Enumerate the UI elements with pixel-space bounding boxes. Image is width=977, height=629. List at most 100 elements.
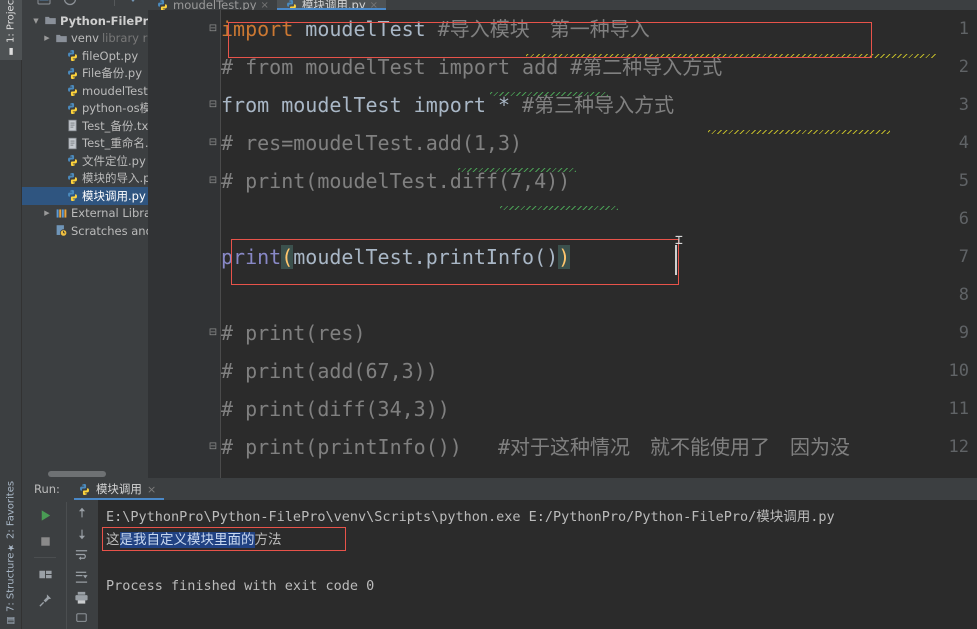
code-token: # print(printInfo()) #对于这种情况 就不能使用了 因为没 (221, 435, 850, 459)
tree-item[interactable]: ▶模块的导入.py (22, 170, 148, 188)
pycharm-window: ▮ 1: Project ★ 2: Favorites ▤ 7: Structu… (0, 0, 977, 629)
close-icon[interactable]: × (370, 0, 378, 10)
down-arrow-icon[interactable] (68, 523, 96, 544)
run-icon[interactable] (31, 502, 59, 528)
run-tool-window: Run: 模块调用 × E:\PythonPro\Python-FilePro\… (22, 478, 977, 629)
tool-tab-favorites[interactable]: ★ 2: Favorites (0, 480, 22, 556)
folder-icon (44, 14, 57, 27)
tool-tab-favorites-label: 2: Favorites (5, 480, 17, 539)
tree-item[interactable]: ▶文件定位.py (22, 152, 148, 170)
tool-tab-project-label: 1: Project (5, 0, 17, 43)
code-token: #第三种导入方式 (522, 93, 675, 117)
download-icon[interactable] (125, 0, 141, 7)
pin-icon[interactable] (31, 587, 59, 613)
run-tab-label: 模块调用 (95, 482, 142, 496)
run-console[interactable]: E:\PythonPro\Python-FilePro\venv\Scripts… (98, 500, 977, 629)
code-line[interactable]: import moudelTest #导入模块 第一种导入 (221, 10, 650, 48)
tree-item[interactable]: ▼ Python-FilePro (22, 12, 148, 30)
star-icon: ★ (6, 542, 16, 552)
close-icon[interactable]: × (261, 0, 269, 10)
run-panel-header: Run: 模块调用 × (22, 478, 977, 500)
code-line[interactable] (221, 276, 233, 314)
code-token: # print(diff(34,3)) (221, 397, 450, 421)
tree-item[interactable]: ▶ External Libraries (22, 205, 148, 223)
code-line[interactable]: # print(res) (221, 314, 366, 352)
tree-item[interactable]: ▶Test_重命名.txt (22, 135, 148, 153)
project-panel-scrollbar[interactable] (22, 470, 148, 478)
tree-item[interactable]: ▶python-os模块 (22, 100, 148, 118)
tree-item[interactable]: ▶ venv library r (22, 30, 148, 48)
tool-tab-structure[interactable]: ▤ 7: Structure (0, 553, 22, 629)
editor-tab-label: 模块调用.py (301, 0, 366, 10)
run-tab[interactable]: 模块调用 × (73, 478, 165, 500)
code-token: from moudelTest import * (221, 93, 523, 117)
python-icon (66, 189, 79, 202)
code-folding-gutter[interactable] (205, 10, 221, 478)
console-command-line: E:\PythonPro\Python-FilePro\venv\Scripts… (106, 509, 835, 525)
fold-marker-icon[interactable]: ⊟ (207, 314, 219, 352)
print-icon[interactable] (68, 587, 96, 608)
libraries-icon (55, 207, 68, 220)
up-icon[interactable] (88, 0, 104, 7)
tree-item[interactable]: ▶Scratches and Co (22, 222, 148, 240)
tree-item-label: Scratches and Co (71, 223, 148, 238)
soft-wrap-icon[interactable] (68, 544, 96, 565)
stop-icon[interactable] (31, 528, 59, 554)
code-line[interactable]: # print(diff(34,3)) (221, 390, 450, 428)
tool-tab-structure-label: 7: Structure (5, 552, 17, 612)
fold-marker-icon[interactable]: ⊟ (207, 10, 219, 48)
scroll-to-end-icon[interactable] (68, 566, 96, 587)
tree-item-label: Test_备份.txt (82, 118, 148, 133)
sync-icon[interactable] (62, 0, 78, 7)
code-line[interactable]: print(moudelTest.printInfo()) (221, 238, 571, 276)
fold-marker-icon[interactable]: ⊟ (207, 428, 219, 466)
tree-item[interactable]: ▶模块调用.py (22, 187, 148, 205)
tool-tab-project[interactable]: ▮ 1: Project (0, 0, 22, 60)
console-output-post: 方法 (254, 532, 282, 548)
code-line[interactable]: # print(add(67,3)) (221, 352, 438, 390)
toolbar-divider (114, 0, 115, 6)
fold-marker-icon[interactable]: ⊟ (207, 162, 219, 200)
python-icon (156, 0, 169, 10)
code-token: # res=moudelTest.add(1,3) (221, 131, 523, 155)
code-text-area[interactable]: import moudelTest #导入模块 第一种导入 # from moud… (221, 10, 977, 478)
project-tree: ▼Python-FilePro ▶ venvlibrary r▶fileOpt.py… (22, 10, 148, 240)
weak-warning-squiggle (458, 168, 576, 172)
toolbar-divider (34, 557, 56, 558)
tree-item[interactable]: ▶moudelTest.py (22, 82, 148, 100)
python-icon (285, 0, 298, 10)
editor-tab[interactable]: 模块调用.py × (276, 0, 387, 10)
project-tool-window: ▼Python-FilePro ▶ venvlibrary r▶fileOpt.py… (22, 10, 148, 478)
up-arrow-icon[interactable] (68, 502, 96, 523)
code-editor[interactable]: 12 11 10 9 8 7 6 5 4 3 2 1 import moudelTest #导入模块 … (148, 10, 977, 478)
code-token: # print(res) (221, 321, 366, 345)
open-file-icon[interactable] (36, 0, 52, 7)
tree-item[interactable]: ▶fileOpt.py (22, 47, 148, 65)
code-token: # print(moudelTest.diff(7,4)) (221, 169, 571, 193)
tree-item-label: venv (71, 31, 99, 46)
toolbar-icons (36, 0, 141, 7)
run-toolbar-primary (28, 502, 62, 629)
code-line[interactable] (221, 200, 233, 238)
fold-marker-icon[interactable]: ⊟ (207, 124, 219, 162)
more-icon[interactable] (68, 608, 96, 629)
close-icon[interactable]: × (147, 483, 156, 496)
tree-item[interactable]: ▶Test_备份.txt (22, 117, 148, 135)
editor-tab-bar: moudelTest.py × 模块调用.py × (148, 0, 977, 10)
tree-item-label: 模块调用.py (82, 188, 146, 203)
editor-tab[interactable]: moudelTest.py × (148, 0, 277, 10)
python-icon (66, 49, 79, 62)
chevron-right-icon[interactable]: ▶ (42, 209, 52, 217)
tree-item[interactable]: ▶File备份.py (22, 65, 148, 83)
tree-item-sublabel: library r (101, 31, 148, 46)
editor-tab-label: moudelTest.py (173, 0, 257, 10)
chevron-down-icon[interactable]: ▼ (31, 17, 41, 25)
chevron-right-icon[interactable]: ▶ (42, 34, 52, 42)
structure-icon: ▤ (6, 615, 16, 625)
code-line[interactable]: # res=moudelTest.add(1,3) (221, 124, 522, 162)
code-line[interactable]: # print(printInfo()) #对于这种情况 就不能使用了 因为没 (221, 428, 850, 466)
fold-marker-icon[interactable]: ⊟ (207, 86, 219, 124)
python-icon (78, 483, 91, 496)
layout-icon[interactable] (31, 561, 59, 587)
tree-item-label: Test_重命名.txt (82, 136, 148, 151)
